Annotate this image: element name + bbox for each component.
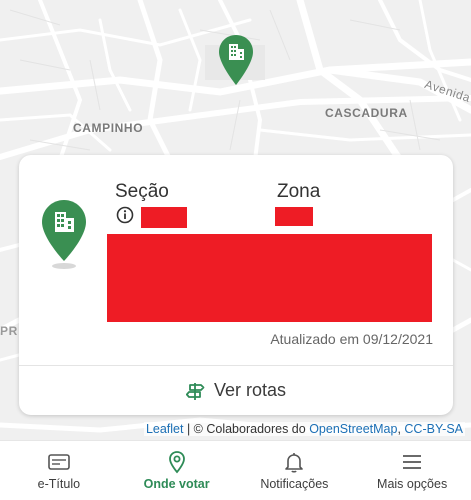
nav-label-onde-votar: Onde votar bbox=[143, 477, 210, 491]
map-label-pr: PR bbox=[0, 324, 18, 338]
nav-item-mais-opcoes[interactable]: Mais opções bbox=[353, 441, 471, 500]
card-icon bbox=[48, 454, 70, 470]
zona-label: Zona bbox=[277, 181, 321, 202]
bell-icon bbox=[285, 453, 304, 473]
building-pin-icon bbox=[42, 200, 86, 269]
nav-item-onde-votar[interactable]: Onde votar bbox=[118, 441, 236, 500]
bottom-nav: e-Título Onde votar Notificações Mais op… bbox=[0, 440, 471, 500]
map-label-campinho: CAMPINHO bbox=[73, 121, 144, 135]
nav-label-notificacoes: Notificações bbox=[260, 477, 329, 491]
nav-item-notificacoes[interactable]: Notificações bbox=[236, 441, 354, 500]
map-label-cascadura: CASCADURA bbox=[325, 106, 408, 120]
view-routes-button[interactable]: Ver rotas bbox=[19, 366, 453, 415]
nav-label-mais-opcoes: Mais opções bbox=[377, 477, 448, 491]
nav-label-e-titulo: e-Título bbox=[37, 477, 81, 491]
license-link[interactable]: CC-BY-SA bbox=[404, 422, 463, 436]
building-pin-icon[interactable] bbox=[218, 34, 254, 86]
address-redacted bbox=[107, 234, 432, 322]
info-icon[interactable] bbox=[116, 206, 134, 224]
attribution-separator: | © Colaboradores do bbox=[183, 422, 310, 436]
map-attribution: Leaflet | © Colaboradores do OpenStreetM… bbox=[143, 422, 465, 436]
updated-date: Atualizado em 09/12/2021 bbox=[270, 331, 433, 347]
signpost-icon bbox=[185, 382, 205, 400]
secao-value-redacted bbox=[141, 207, 187, 228]
leaflet-link[interactable]: Leaflet bbox=[146, 422, 184, 436]
menu-icon bbox=[403, 455, 422, 469]
view-routes-label: Ver rotas bbox=[213, 380, 287, 400]
nav-item-e-titulo[interactable]: e-Título bbox=[0, 441, 118, 500]
location-pin-icon bbox=[168, 451, 185, 474]
openstreetmap-link[interactable]: OpenStreetMap bbox=[309, 422, 397, 436]
secao-label: Seção bbox=[115, 181, 169, 202]
zona-value-redacted bbox=[275, 207, 313, 226]
polling-place-card: Seção Zona Atualizado em 09/12/2021 Ver … bbox=[19, 155, 453, 415]
